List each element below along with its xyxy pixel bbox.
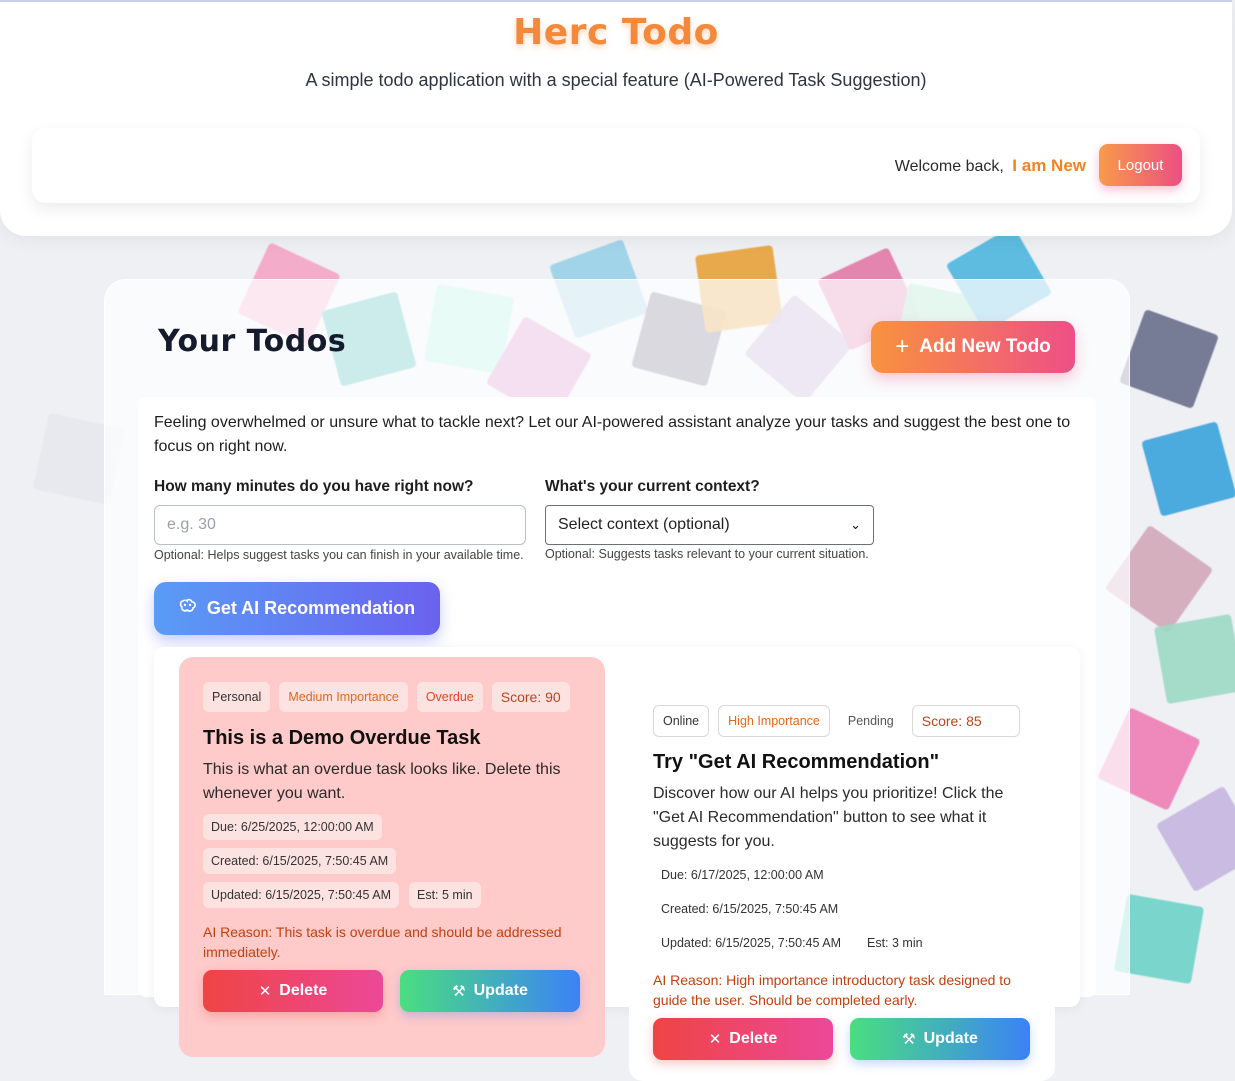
todo-tags: Personal Medium Importance Overdue Score… (203, 681, 581, 713)
add-new-todo-label: Add New Todo (919, 336, 1051, 357)
ai-button-label: Get AI Recommendation (206, 598, 416, 618)
context-label: What's your current context? (545, 478, 760, 495)
created-date: Created: 6/15/2025, 7:50:45 AM (203, 848, 397, 874)
get-ai-recommendation-button[interactable]: Get AI Recommendation (154, 582, 440, 635)
status-badge: Overdue (416, 682, 483, 712)
app-subtitle: A simple todo application with a special… (305, 70, 927, 90)
user-bar: Welcome back, I am New Logout (32, 128, 1200, 203)
welcome-text: Welcome back, (894, 158, 1004, 175)
context-select[interactable]: Select context (optional) ⌄ (545, 505, 874, 545)
update-button[interactable]: ⚒ Update (850, 1018, 1030, 1060)
todo-description: This is what an overdue task looks like.… (203, 761, 561, 802)
update-button[interactable]: ⚒ Update (400, 970, 580, 1012)
importance-badge: Medium Importance (279, 682, 408, 712)
category-badge: Personal (203, 682, 271, 712)
due-date: Due: 6/17/2025, 12:00:00 AM (661, 868, 824, 882)
chevron-down-icon: ⌄ (850, 517, 861, 532)
todo-list: Personal Medium Importance Overdue Score… (154, 647, 1080, 1081)
importance-badge: High Importance (718, 705, 830, 737)
time-estimate: Est: 5 min (409, 882, 481, 908)
created-date: Created: 6/15/2025, 7:50:45 AM (661, 902, 839, 916)
delete-label: Delete (279, 982, 328, 999)
updated-date: Updated: 6/15/2025, 7:50:45 AM (203, 882, 399, 908)
welcome-message: Welcome back, I am New (895, 156, 1086, 176)
context-selected-value: Select context (optional) (558, 516, 730, 533)
update-label: Update (473, 982, 528, 999)
status-badge: Pending (847, 714, 894, 728)
minutes-label: How many minutes do you have right now? (154, 478, 474, 495)
todo-meta: Due: 6/25/2025, 12:00:00 AM Created: 6/1… (203, 814, 581, 908)
user-name: I am New (1012, 156, 1086, 175)
section-title: Your Todos (158, 324, 347, 359)
app-header: Herc Todo A simple todo application with… (0, 0, 1232, 236)
todo-tags: Online High Importance Pending Score: 85 (653, 705, 1031, 737)
due-date: Due: 6/25/2025, 12:00:00 AM (203, 814, 382, 840)
ai-reason: AI Reason: High importance introductory … (653, 972, 1011, 1008)
brain-icon (179, 598, 197, 619)
context-hint: Optional: Suggests tasks relevant to you… (545, 547, 869, 561)
updated-date: Updated: 6/15/2025, 7:50:45 AM (661, 936, 841, 950)
todo-description: Discover how our AI helps you prioritize… (653, 785, 1004, 850)
delete-button[interactable]: ✕ Delete (203, 970, 383, 1012)
close-icon: ✕ (708, 1031, 722, 1048)
card-actions: ✕ Delete ⚒ Update (203, 970, 581, 1012)
ai-recommendation-panel: Feeling overwhelmed or unsure what to ta… (138, 397, 1096, 1081)
plus-icon: + (895, 333, 910, 360)
score-badge: Score: 90 (491, 682, 570, 712)
todo-title: Try "Get AI Recommendation" (653, 751, 940, 773)
update-label: Update (923, 1030, 978, 1047)
app-title: Herc Todo (513, 12, 719, 53)
todo-card: Online High Importance Pending Score: 85… (629, 681, 1055, 1081)
minutes-hint: Optional: Helps suggest tasks you can fi… (154, 548, 524, 562)
ai-description: Feeling overwhelmed or unsure what to ta… (154, 414, 1071, 455)
logout-button[interactable]: Logout (1099, 144, 1182, 186)
minutes-input[interactable] (154, 505, 526, 545)
card-actions: ✕ Delete ⚒ Update (653, 1018, 1031, 1060)
todo-card: Personal Medium Importance Overdue Score… (179, 657, 605, 1057)
category-badge: Online (653, 705, 710, 737)
todo-title: This is a Demo Overdue Task (203, 727, 481, 749)
tool-icon: ⚒ (452, 983, 466, 1000)
todos-section: Your Todos + Add New Todo Feeling overwh… (104, 279, 1130, 1081)
close-icon: ✕ (258, 983, 272, 1000)
delete-label: Delete (729, 1030, 778, 1047)
time-estimate: Est: 3 min (867, 936, 923, 950)
score-badge: Score: 85 (911, 705, 1020, 737)
delete-button[interactable]: ✕ Delete (653, 1018, 833, 1060)
todo-meta: Due: 6/17/2025, 12:00:00 AM Created: 6/1… (653, 862, 1031, 956)
add-new-todo-button[interactable]: + Add New Todo (871, 321, 1075, 373)
ai-reason: AI Reason: This task is overdue and shou… (203, 924, 562, 960)
tool-icon: ⚒ (902, 1031, 916, 1048)
